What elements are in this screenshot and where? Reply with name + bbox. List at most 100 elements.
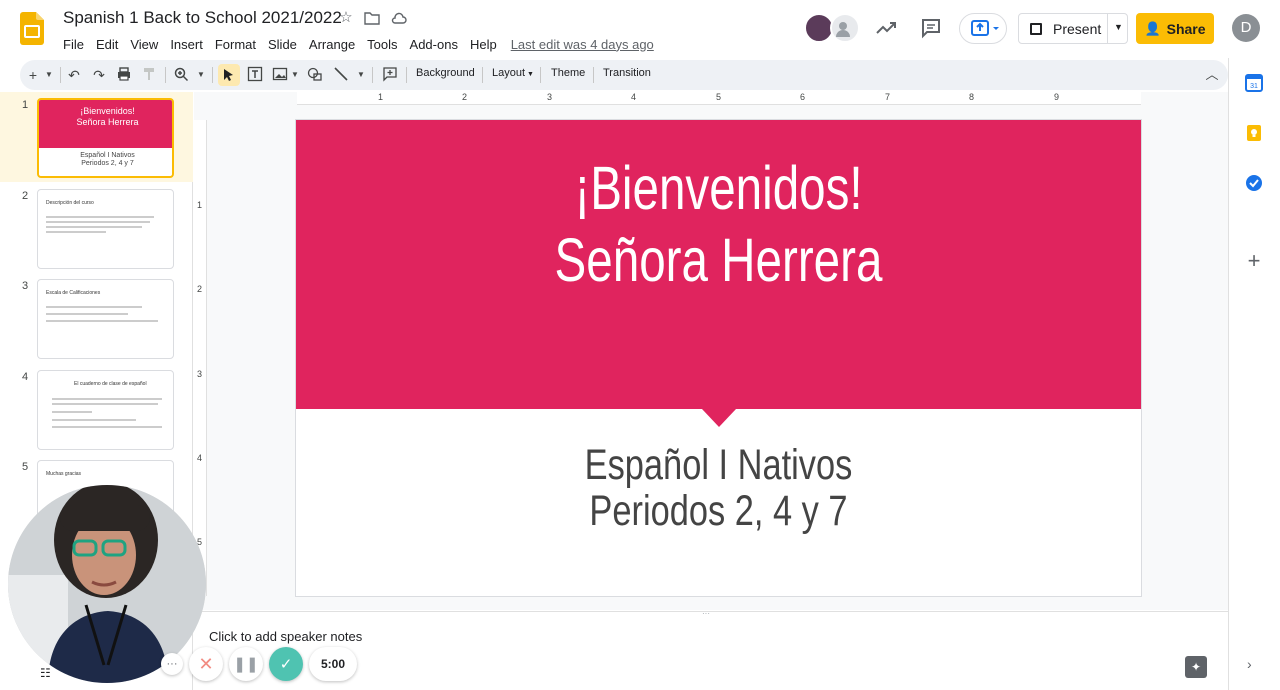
present-icon [1030, 22, 1042, 35]
add-addon-icon[interactable]: + [1243, 250, 1265, 272]
last-edit-link[interactable]: Last edit was 4 days ago [511, 37, 654, 52]
menu-insert[interactable]: Insert [164, 37, 209, 52]
image-dropdown-icon[interactable]: ▼ [290, 66, 300, 84]
ruler-mark: 5 [716, 92, 722, 102]
shape-icon[interactable] [307, 66, 323, 84]
present-label: Present [1053, 20, 1102, 37]
activity-dashboard-icon[interactable] [874, 17, 898, 39]
comment-history-icon[interactable] [920, 17, 942, 39]
background-button[interactable]: Background [416, 67, 475, 79]
filmstrip-view-icon[interactable]: ☷ [40, 666, 52, 680]
layout-label: Layout [492, 67, 526, 79]
thumb-text-line [46, 306, 142, 308]
presence-icon[interactable] [830, 13, 860, 43]
ruler-mark: 9 [1054, 92, 1060, 102]
slide-thumbnail-4[interactable]: El cuaderno de clase de español [37, 370, 174, 450]
ruler-mark: 8 [969, 92, 975, 102]
slide-thumbnail-1[interactable]: ¡Bienvenidos! Señora Herrera Español I Na… [37, 98, 174, 178]
print-icon[interactable] [116, 66, 132, 84]
menu-file[interactable]: File [57, 37, 90, 52]
menu-format[interactable]: Format [209, 37, 262, 52]
pause-icon[interactable]: ❚❚ [229, 647, 263, 681]
speaker-notes-placeholder[interactable]: Click to add speaker notes [209, 629, 362, 644]
slide-subtitle[interactable]: Español I Nativos Periodos 2, 4 y 7 [381, 442, 1057, 534]
menu-edit[interactable]: Edit [90, 37, 124, 52]
more-options-icon[interactable]: ··· [161, 653, 183, 675]
new-slide-dropdown-icon[interactable]: ▼ [44, 66, 54, 84]
line-dropdown-icon[interactable]: ▼ [356, 66, 366, 84]
finish-recording-icon[interactable]: ✓ [269, 647, 303, 681]
explore-icon[interactable]: ✦ [1185, 656, 1207, 678]
thumb-title: Escala de Calificaciones [46, 290, 101, 296]
select-tool-icon[interactable] [218, 64, 240, 86]
divider [482, 67, 483, 83]
keep-icon[interactable] [1245, 124, 1263, 142]
horizontal-ruler[interactable]: 1 2 3 4 5 6 7 8 9 [297, 92, 1141, 105]
cloud-saved-icon[interactable] [391, 10, 407, 26]
menu-view[interactable]: View [124, 37, 164, 52]
cancel-recording-icon[interactable]: ✕ [189, 647, 223, 681]
thumb-text-line [46, 221, 150, 223]
thumb-title: ¡Bienvenidos! Señora Herrera [39, 106, 172, 128]
move-folder-icon[interactable] [364, 10, 380, 26]
slides-logo-icon[interactable] [20, 12, 44, 45]
divider [1107, 14, 1108, 43]
share-button[interactable]: 👤 Share [1136, 13, 1214, 44]
text-box-icon[interactable] [247, 66, 263, 84]
collaborator-avatars[interactable] [804, 13, 860, 43]
thumb-title: Muchas gracias [46, 471, 82, 477]
meet-present-button[interactable] [959, 13, 1007, 44]
calendar-icon[interactable]: 31 [1245, 74, 1263, 92]
ruler-mark: 3 [547, 92, 553, 102]
title-line-1: ¡Bienvenidos! [574, 154, 863, 222]
expand-panel-icon[interactable]: › [1247, 656, 1261, 672]
zoom-icon[interactable] [173, 66, 189, 84]
document-title[interactable]: Spanish 1 Back to School 2021/2022 [63, 8, 342, 28]
subtitle-line-2: Periodos 2, 4 y 7 [589, 487, 848, 535]
insert-image-icon[interactable] [272, 66, 288, 84]
line-icon[interactable] [333, 66, 349, 84]
thumb-text-line [46, 226, 142, 228]
divider [165, 67, 166, 83]
slide-title[interactable]: ¡Bienvenidos! Señora Herrera [389, 152, 1048, 296]
menu-bar: File Edit View Insert Format Slide Arran… [57, 35, 654, 53]
present-dropdown-icon[interactable]: ▼ [1114, 22, 1123, 32]
transition-button[interactable]: Transition [603, 67, 651, 79]
thumb-sub-line1: Español I Nativos [80, 152, 135, 159]
ruler-mark: 3 [197, 369, 203, 379]
band-pointer [702, 409, 736, 427]
new-slide-icon[interactable]: + [26, 66, 40, 84]
tasks-icon[interactable] [1245, 174, 1263, 192]
divider [372, 67, 373, 83]
menu-addons[interactable]: Add-ons [404, 37, 464, 52]
collapse-toolbar-icon[interactable]: ︿ [1204, 66, 1220, 84]
menu-tools[interactable]: Tools [361, 37, 403, 52]
slide-number: 4 [22, 371, 29, 383]
slide-canvas[interactable]: ¡Bienvenidos! Señora Herrera Español I N… [296, 120, 1141, 596]
thumb-text-line [46, 216, 154, 218]
user-avatar[interactable]: D [1232, 14, 1260, 42]
thumb-text-line [46, 231, 106, 233]
vertical-ruler[interactable]: 1 2 3 4 5 [194, 120, 207, 596]
thumb-text-line [46, 320, 158, 322]
slide-thumbnail-2[interactable]: Descripción del curso [37, 189, 174, 269]
recording-timer: 5:00 [309, 647, 357, 681]
redo-icon[interactable]: ↷ [91, 66, 107, 84]
thumb-text-line [46, 313, 128, 315]
paint-format-icon[interactable] [141, 66, 157, 84]
undo-icon[interactable]: ↶ [66, 66, 82, 84]
zoom-dropdown-icon[interactable]: ▼ [196, 66, 206, 84]
present-button[interactable]: Present ▼ [1018, 13, 1128, 44]
thumb-text-line [52, 419, 136, 421]
notes-resize-handle[interactable]: ··· [702, 610, 720, 618]
layout-button[interactable]: Layout ▼ [492, 67, 534, 79]
slide-thumbnail-3[interactable]: Escala de Calificaciones [37, 279, 174, 359]
menu-arrange[interactable]: Arrange [303, 37, 361, 52]
star-icon[interactable]: ☆ [338, 10, 354, 26]
menu-slide[interactable]: Slide [262, 37, 303, 52]
add-comment-icon[interactable] [382, 66, 398, 84]
divider [540, 67, 541, 83]
menu-help[interactable]: Help [464, 37, 503, 52]
ruler-mark: 2 [462, 92, 468, 102]
theme-button[interactable]: Theme [551, 67, 585, 79]
